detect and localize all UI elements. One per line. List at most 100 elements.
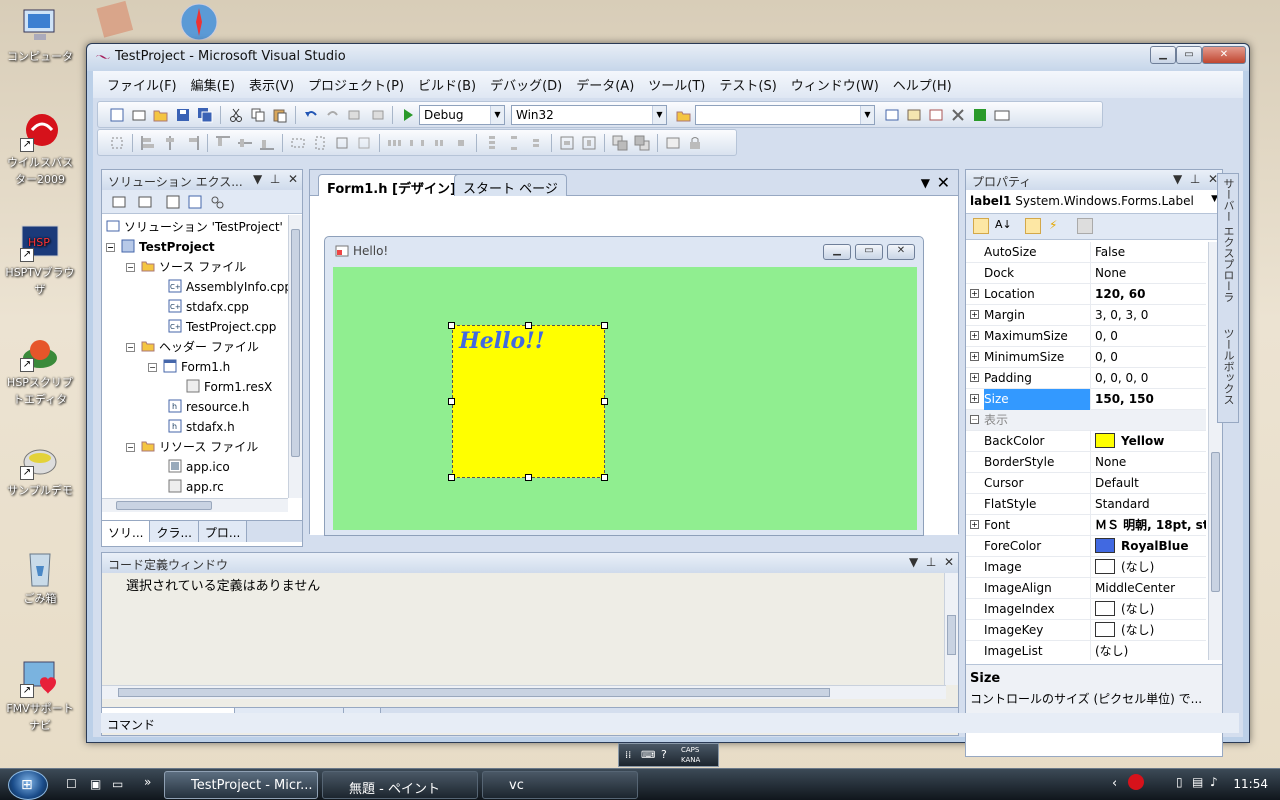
find-dropdown[interactable]: ▼	[695, 104, 875, 125]
desktop-icon-partial[interactable]	[96, 0, 142, 40]
send-to-back-icon[interactable]	[634, 135, 650, 151]
tree-item-file[interactable]: h stdafx.h	[168, 417, 235, 437]
v-spacing-equal-icon[interactable]	[484, 135, 500, 151]
horizontal-scrollbar[interactable]	[102, 685, 946, 699]
show-desktop-icon[interactable]: ▭	[112, 777, 123, 791]
command-window-icon[interactable]	[994, 107, 1010, 123]
resize-handle[interactable]	[448, 398, 455, 405]
show-all-files-icon[interactable]	[137, 194, 153, 210]
expand-icon[interactable]: +	[970, 331, 979, 340]
object-browser-icon[interactable]	[928, 107, 944, 123]
close-icon[interactable]: ✕	[937, 173, 950, 192]
paste-icon[interactable]	[272, 107, 288, 123]
desktop-icon-recycle-bin[interactable]: ごみ箱	[2, 548, 78, 607]
align-middles-icon[interactable]	[237, 135, 253, 151]
h-spacing-equal-icon[interactable]	[387, 135, 403, 151]
menu-help[interactable]: ヘルプ(H)	[885, 73, 958, 96]
navigate-back-icon[interactable]	[347, 107, 363, 123]
window-position-icon[interactable]: ▼	[1173, 172, 1182, 186]
property-row[interactable]: AutoSize False	[966, 242, 1206, 263]
clock[interactable]: 11:54	[1233, 777, 1268, 791]
menu-data[interactable]: データ(A)	[568, 73, 640, 96]
minimize-button[interactable]: ▁	[1150, 46, 1176, 64]
center-vertically-icon[interactable]	[581, 135, 597, 151]
tab-solution[interactable]: ソリ...	[102, 521, 151, 542]
desktop-icon-virusbuster[interactable]: ↗ ウイルスバスター2009	[2, 112, 78, 188]
add-item-icon[interactable]	[131, 107, 147, 123]
expand-icon[interactable]: +	[970, 373, 979, 382]
window-position-icon[interactable]: ▼	[253, 172, 262, 186]
property-row-selected[interactable]: + Size 150, 150	[966, 389, 1206, 410]
volume-icon[interactable]: ♪	[1210, 775, 1218, 789]
tree-item-header-files[interactable]: − ヘッダー ファイル	[126, 337, 259, 357]
resize-handle[interactable]	[601, 474, 608, 481]
property-row[interactable]: FlatStyle Standard	[966, 494, 1206, 515]
taskbar-button-visual-studio[interactable]: TestProject - Micr...	[164, 771, 318, 799]
align-to-grid-icon[interactable]	[109, 135, 125, 151]
virusbuster-tray-icon[interactable]	[1128, 774, 1144, 790]
toolbox-icon[interactable]	[950, 107, 966, 123]
v-spacing-increase-icon[interactable]	[506, 135, 522, 151]
open-file-icon[interactable]	[153, 107, 169, 123]
resize-handle[interactable]	[601, 398, 608, 405]
label1-control[interactable]: Hello!!	[452, 325, 605, 478]
scrollbar-thumb[interactable]	[291, 229, 300, 457]
pin-icon[interactable]: ⊥	[270, 172, 280, 186]
tree-item-file[interactable]: app.rc	[168, 477, 224, 497]
size-to-grid-icon[interactable]	[356, 135, 372, 151]
command-bar[interactable]: コマンド	[101, 713, 1239, 733]
scrollbar-thumb[interactable]	[1211, 452, 1220, 592]
view-designer-icon[interactable]	[187, 194, 203, 210]
property-row[interactable]: ImageKey (なし)	[966, 620, 1206, 641]
align-bottoms-icon[interactable]	[259, 135, 275, 151]
h-spacing-decrease-icon[interactable]	[431, 135, 447, 151]
expand-icon[interactable]: +	[970, 289, 979, 298]
tree-item-source-files[interactable]: − ソース ファイル	[126, 257, 246, 277]
object-selector[interactable]: label1 System.Windows.Forms.Label ▼	[966, 190, 1222, 214]
desktop-icon-sample-demo[interactable]: ↗ サンプルデモ	[2, 440, 78, 499]
events-icon[interactable]: ⚡	[1049, 218, 1065, 234]
alphabetical-icon[interactable]: A↓	[995, 218, 1012, 234]
property-category[interactable]: − 表示	[966, 410, 1206, 431]
properties-view-icon[interactable]	[1025, 218, 1041, 234]
window-position-icon[interactable]: ▼	[909, 555, 918, 569]
resize-handle[interactable]	[525, 474, 532, 481]
property-row[interactable]: + Padding 0, 0, 0, 0	[966, 368, 1206, 389]
collapse-icon[interactable]: −	[126, 263, 135, 272]
title-bar[interactable]: TestProject - Microsoft Visual Studio ▁ …	[87, 44, 1249, 71]
expand-chevron-icon[interactable]: »	[144, 775, 151, 789]
tab-server-explorer[interactable]: サーバー エクスプローラ	[1220, 178, 1236, 303]
close-button[interactable]: ✕	[1202, 46, 1246, 64]
resize-handle[interactable]	[448, 474, 455, 481]
align-centers-icon[interactable]	[162, 135, 178, 151]
quick-launch-icon[interactable]: ▣	[90, 777, 101, 791]
menu-tools[interactable]: ツール(T)	[640, 73, 711, 96]
tray-expand-icon[interactable]: ‹	[1112, 776, 1117, 791]
tree-item-file[interactable]: C+ TestProject.cpp	[168, 317, 276, 337]
tab-list-dropdown-icon[interactable]: ▼	[921, 176, 930, 190]
tab-form1-designer[interactable]: Form1.h [デザイン]*	[318, 174, 472, 197]
redo-icon[interactable]	[325, 107, 341, 123]
tree-item-solution[interactable]: ソリューション 'TestProject'	[106, 217, 283, 237]
expand-icon[interactable]: +	[970, 520, 979, 529]
pin-icon[interactable]: ⊥	[1190, 172, 1200, 186]
property-pages-icon[interactable]	[1077, 218, 1093, 234]
tree-item-file[interactable]: h resource.h	[168, 397, 249, 417]
menu-file[interactable]: ファイル(F)	[99, 73, 183, 96]
property-row[interactable]: + Location 120, 60	[966, 284, 1206, 305]
center-horizontally-icon[interactable]	[559, 135, 575, 151]
make-same-width-icon[interactable]	[290, 135, 306, 151]
resize-handle[interactable]	[525, 322, 532, 329]
collapse-icon[interactable]: −	[126, 443, 135, 452]
property-row[interactable]: ForeColor RoyalBlue	[966, 536, 1206, 557]
h-spacing-increase-icon[interactable]	[409, 135, 425, 151]
property-row[interactable]: Image (なし)	[966, 557, 1206, 578]
menu-window[interactable]: ウィンドウ(W)	[783, 73, 885, 96]
tab-class-view[interactable]: クラ...	[150, 521, 199, 542]
tab-toolbox[interactable]: ツールボックス	[1220, 328, 1236, 405]
cut-icon[interactable]	[228, 107, 244, 123]
menu-view[interactable]: 表示(V)	[241, 73, 300, 96]
scrollbar-thumb[interactable]	[947, 615, 956, 655]
vertical-scrollbar[interactable]	[288, 215, 302, 498]
expand-icon[interactable]: +	[970, 310, 979, 319]
